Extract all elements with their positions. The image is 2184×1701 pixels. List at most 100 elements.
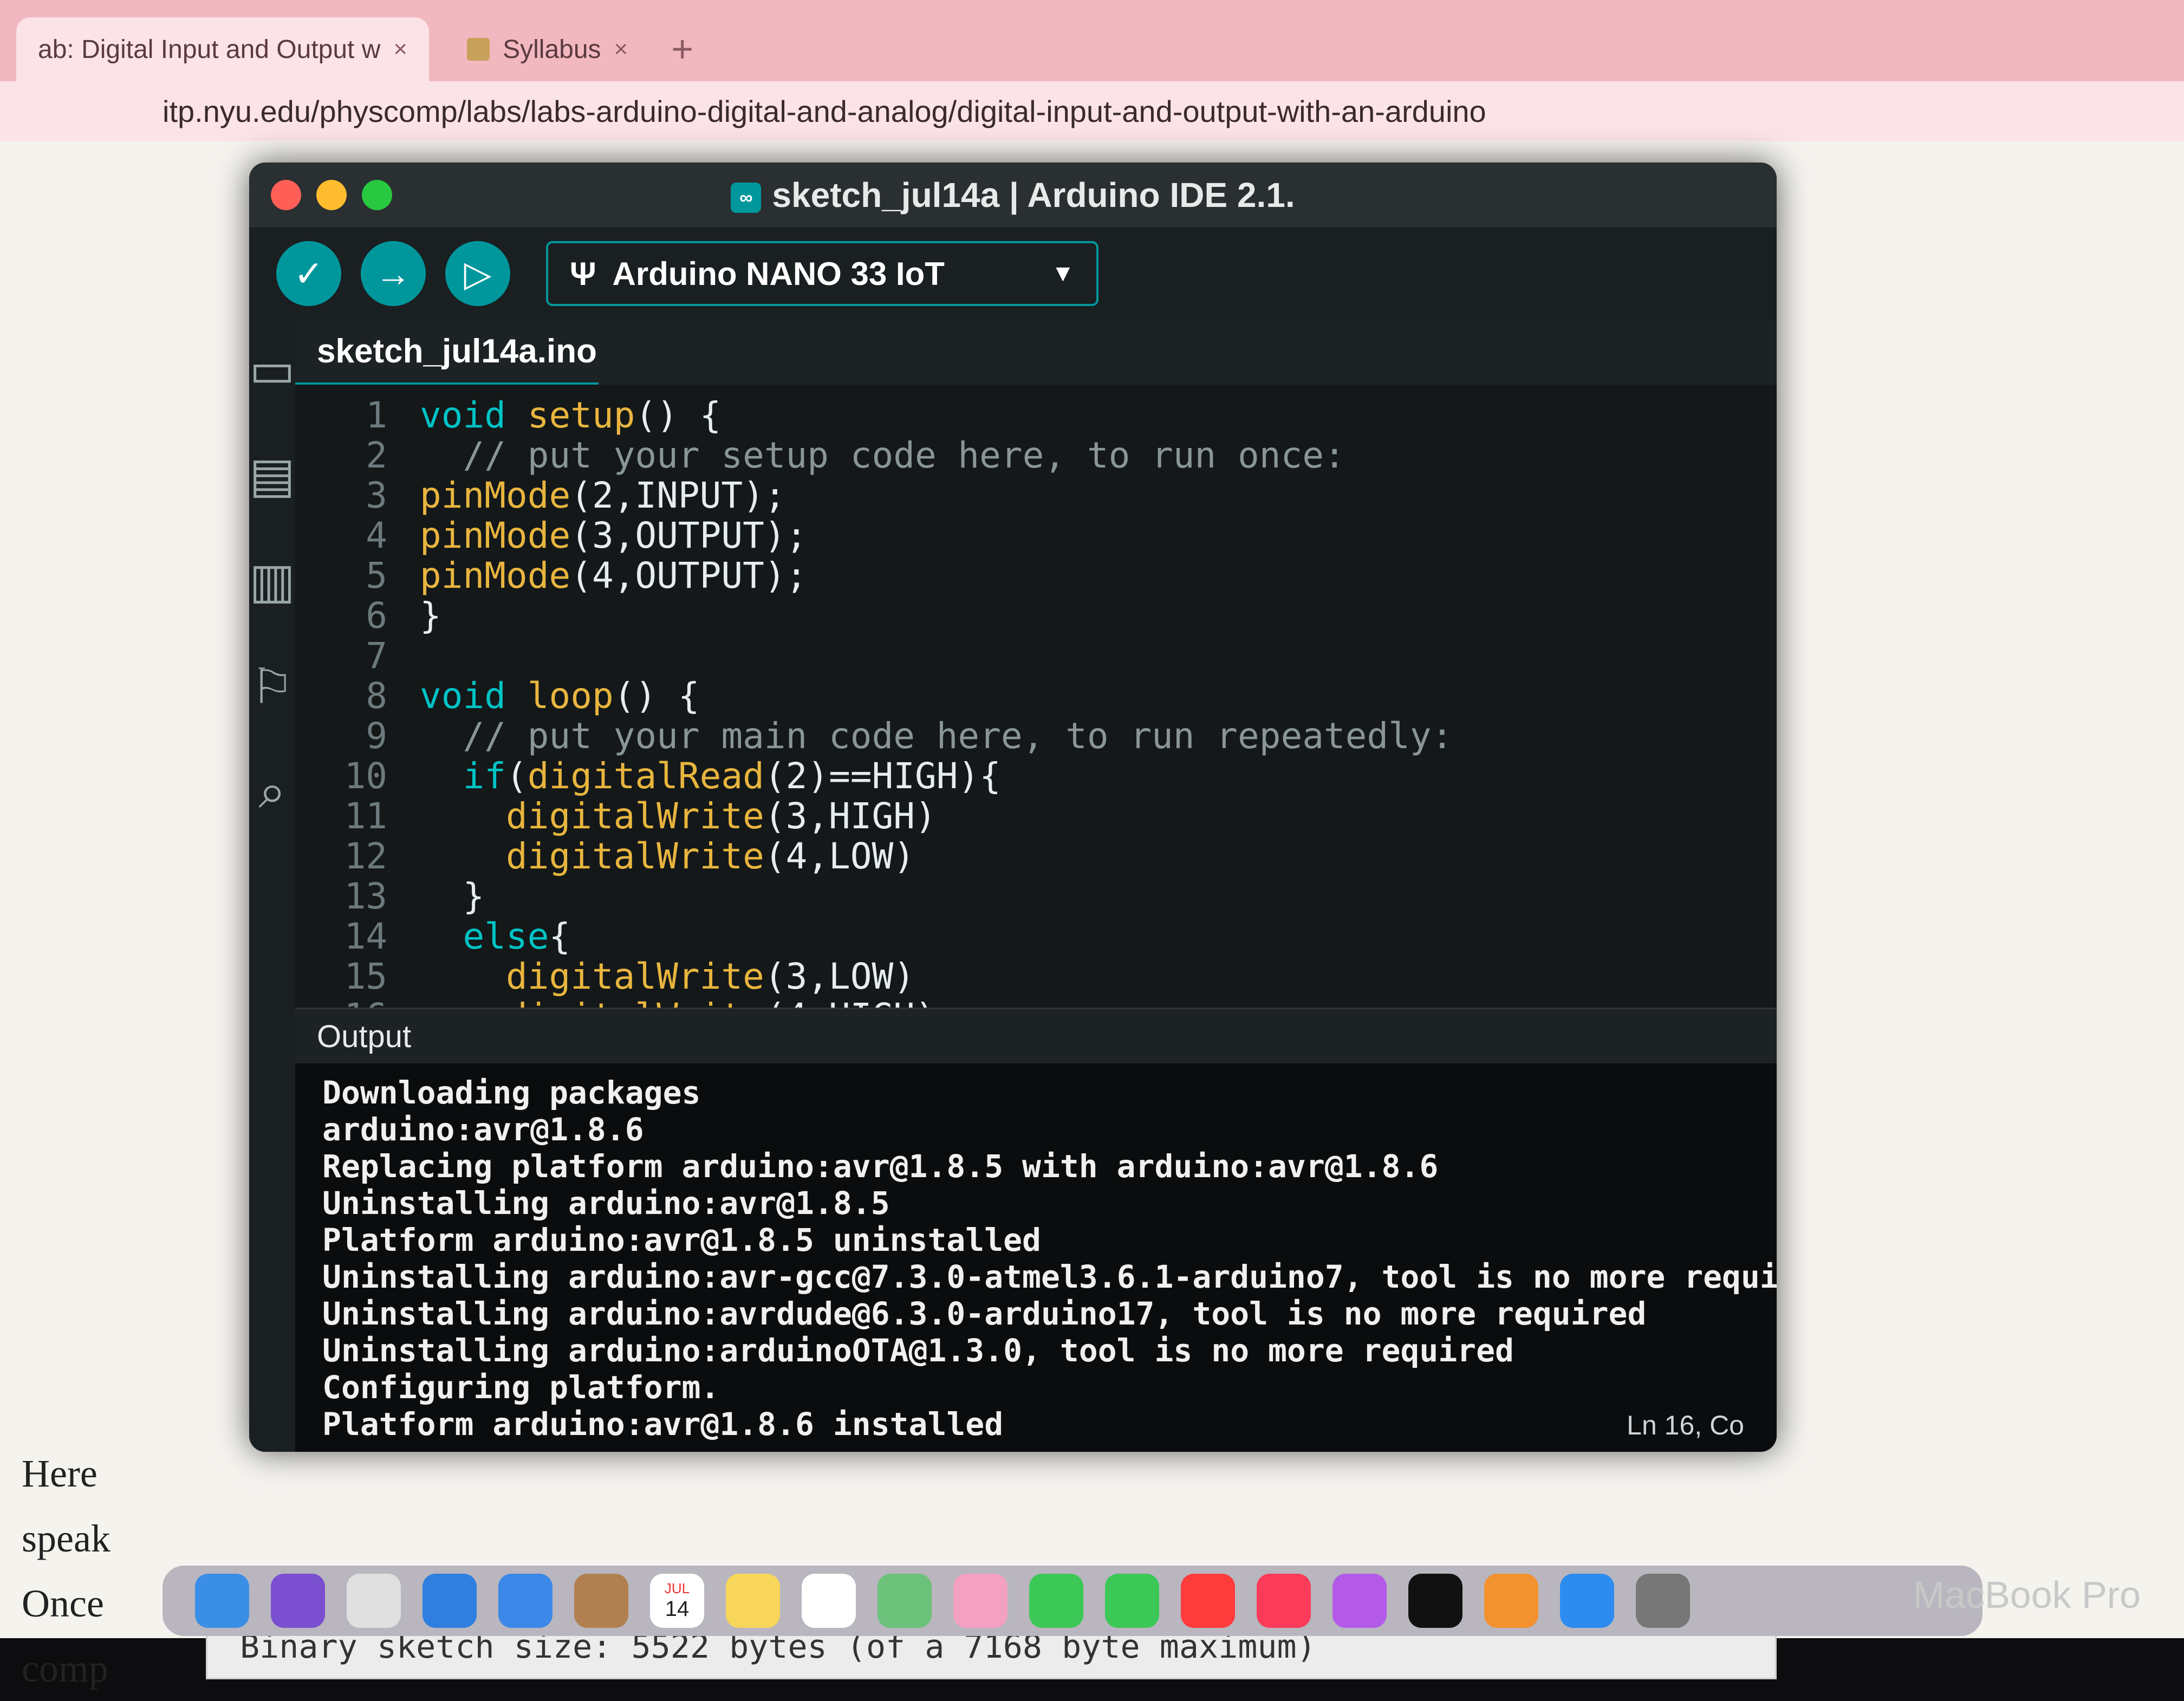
code-line[interactable]: 7 xyxy=(295,636,1777,676)
code-line[interactable]: 5 pinMode(4,OUTPUT); xyxy=(295,556,1777,596)
code-text: digitalWrite(3,LOW) xyxy=(506,956,915,997)
macos-dock: JUL 14 xyxy=(162,1566,1982,1636)
code-line[interactable]: 9 // put your main code here, to run rep… xyxy=(295,716,1777,756)
facetime-icon[interactable] xyxy=(1105,1574,1159,1628)
code-line[interactable]: 13 } xyxy=(295,877,1777,917)
code-text: void loop() { xyxy=(420,675,700,717)
code-text: } xyxy=(420,595,441,637)
upload-button[interactable]: → xyxy=(361,241,426,306)
close-tab-icon[interactable]: × xyxy=(614,36,628,63)
contacts-icon[interactable] xyxy=(574,1574,628,1628)
news-icon[interactable] xyxy=(1181,1574,1235,1628)
new-tab-button[interactable]: + xyxy=(671,27,693,70)
search-icon[interactable]: ⌕ xyxy=(258,764,285,820)
mail-icon[interactable] xyxy=(498,1574,552,1628)
photos-icon[interactable] xyxy=(953,1574,1007,1628)
notes-icon[interactable] xyxy=(726,1574,780,1628)
close-tab-icon[interactable]: × xyxy=(393,36,407,63)
code-line[interactable]: 10 if(digitalRead(2)==HIGH){ xyxy=(295,756,1777,796)
debug-button[interactable]: ▷ xyxy=(445,241,510,306)
code-line[interactable]: 12 digitalWrite(4,LOW) xyxy=(295,836,1777,877)
page-text: comp xyxy=(22,1647,108,1690)
tab-title: ab: Digital Input and Output w xyxy=(38,35,381,64)
window-title-text: sketch_jul14a | Arduino IDE 2.1. xyxy=(772,176,1295,215)
line-number: 14 xyxy=(344,916,388,957)
code-line[interactable]: 11 digitalWrite(3,HIGH) xyxy=(295,796,1777,836)
browser-tab-syllabus[interactable]: Syllabus × xyxy=(445,17,649,81)
code-line[interactable]: 8 void loop() { xyxy=(295,676,1777,716)
file-tab-label: sketch_jul14a.ino xyxy=(317,332,597,370)
output-line: Replacing platform arduino:avr@1.8.5 wit… xyxy=(322,1148,1439,1185)
minimize-window-button[interactable] xyxy=(316,180,347,210)
system-settings-icon[interactable] xyxy=(1636,1574,1690,1628)
maps-icon[interactable] xyxy=(877,1574,932,1628)
file-tab[interactable]: sketch_jul14a.ino xyxy=(295,320,599,385)
messages-icon[interactable] xyxy=(1029,1574,1083,1628)
line-number: 12 xyxy=(344,835,388,877)
code-line[interactable]: 6} xyxy=(295,596,1777,636)
close-window-button[interactable] xyxy=(271,180,301,210)
line-number: 15 xyxy=(344,956,388,997)
line-number: 3 xyxy=(366,475,388,516)
line-number: 10 xyxy=(344,755,388,797)
books-icon[interactable] xyxy=(1484,1574,1538,1628)
calendar-icon[interactable]: JUL 14 xyxy=(650,1574,704,1628)
code-line[interactable]: 1 void setup() { xyxy=(295,395,1777,436)
code-text: pinMode(3,OUTPUT); xyxy=(420,515,808,556)
output-line: Platform arduino:avr@1.8.6 installed xyxy=(322,1406,1004,1443)
code-line[interactable]: 16 digitalWrite(4,HIGH) xyxy=(295,997,1777,1008)
code-line[interactable]: 3 pinMode(2,INPUT); xyxy=(295,476,1777,516)
output-line: Configuring platform. xyxy=(322,1369,720,1406)
code-line[interactable]: 2 // put your setup code here, to run on… xyxy=(295,436,1777,476)
output-line: Platform arduino:avr@1.8.5 uninstalled xyxy=(322,1222,1041,1258)
line-number: 6 xyxy=(366,595,388,637)
board-manager-icon[interactable]: ▤ xyxy=(249,447,295,504)
safari-icon[interactable] xyxy=(422,1574,477,1628)
code-text: digitalWrite(3,HIGH) xyxy=(506,795,937,837)
address-bar[interactable]: itp.nyu.edu/physcomp/labs/labs-arduino-d… xyxy=(0,81,2184,141)
code-line[interactable]: 4 pinMode(3,OUTPUT); xyxy=(295,516,1777,556)
output-line: Uninstalling arduino:arduinoOTA@1.3.0, t… xyxy=(322,1332,1514,1369)
line-number: 4 xyxy=(366,515,388,556)
browser-tab-lab[interactable]: ab: Digital Input and Output w × xyxy=(16,17,430,81)
arduino-logo-icon: ∞ xyxy=(731,183,762,213)
output-panel-header[interactable]: Output xyxy=(295,1008,1777,1063)
line-number: 16 xyxy=(295,997,420,1008)
line-number: 11 xyxy=(344,795,388,837)
window-title: ∞ sketch_jul14a | Arduino IDE 2.1. xyxy=(249,175,1777,215)
arduino-ide-window: ∞ sketch_jul14a | Arduino IDE 2.1. ✓ → ▷ … xyxy=(249,163,1777,1452)
zoom-window-button[interactable] xyxy=(362,180,392,210)
music-icon[interactable] xyxy=(1257,1574,1311,1628)
usb-icon: Ψ xyxy=(570,255,596,292)
line-number: 13 xyxy=(344,875,388,917)
tv-icon[interactable] xyxy=(1408,1574,1462,1628)
reminders-icon[interactable] xyxy=(802,1574,856,1628)
output-console: Downloading packages arduino:avr@1.8.6 Rep… xyxy=(295,1063,1777,1452)
arrow-right-icon: → xyxy=(375,254,411,294)
code-line[interactable]: 14 else{ xyxy=(295,917,1777,957)
code-line[interactable]: 15 digitalWrite(3,LOW) xyxy=(295,957,1777,997)
app-store-icon[interactable] xyxy=(1560,1574,1614,1628)
folder-icon[interactable]: ▭ xyxy=(249,341,295,398)
finder-icon[interactable] xyxy=(195,1574,249,1628)
siri-icon[interactable] xyxy=(271,1574,325,1628)
debug-sidebar-icon[interactable]: ⚐ xyxy=(250,658,294,715)
device-label: MacBook Pro xyxy=(1913,1574,2141,1616)
verify-button[interactable]: ✓ xyxy=(276,241,341,306)
check-icon: ✓ xyxy=(294,253,324,294)
line-number: 2 xyxy=(366,434,388,476)
line-number: 7 xyxy=(366,635,388,677)
launchpad-icon[interactable] xyxy=(347,1574,401,1628)
podcasts-icon[interactable] xyxy=(1332,1574,1387,1628)
url-text: itp.nyu.edu/physcomp/labs/labs-arduino-d… xyxy=(162,94,1486,128)
library-manager-icon[interactable]: ▥ xyxy=(249,553,295,609)
calendar-day: 14 xyxy=(665,1597,690,1621)
code-text: digitalWrite(4,HIGH) xyxy=(420,997,937,1008)
ide-sidebar: ▭ ▤ ▥ ⚐ ⌕ xyxy=(249,320,296,1452)
code-text: else{ xyxy=(463,916,571,957)
board-selector[interactable]: Ψ Arduino NANO 33 IoT ▼ xyxy=(546,241,1098,306)
board-name: Arduino NANO 33 IoT xyxy=(612,255,945,292)
code-editor[interactable]: 1 void setup() {2 // put your setup code … xyxy=(295,385,1777,1008)
output-line: arduino:avr@1.8.6 xyxy=(322,1111,644,1148)
chevron-down-icon: ▼ xyxy=(1051,260,1075,287)
